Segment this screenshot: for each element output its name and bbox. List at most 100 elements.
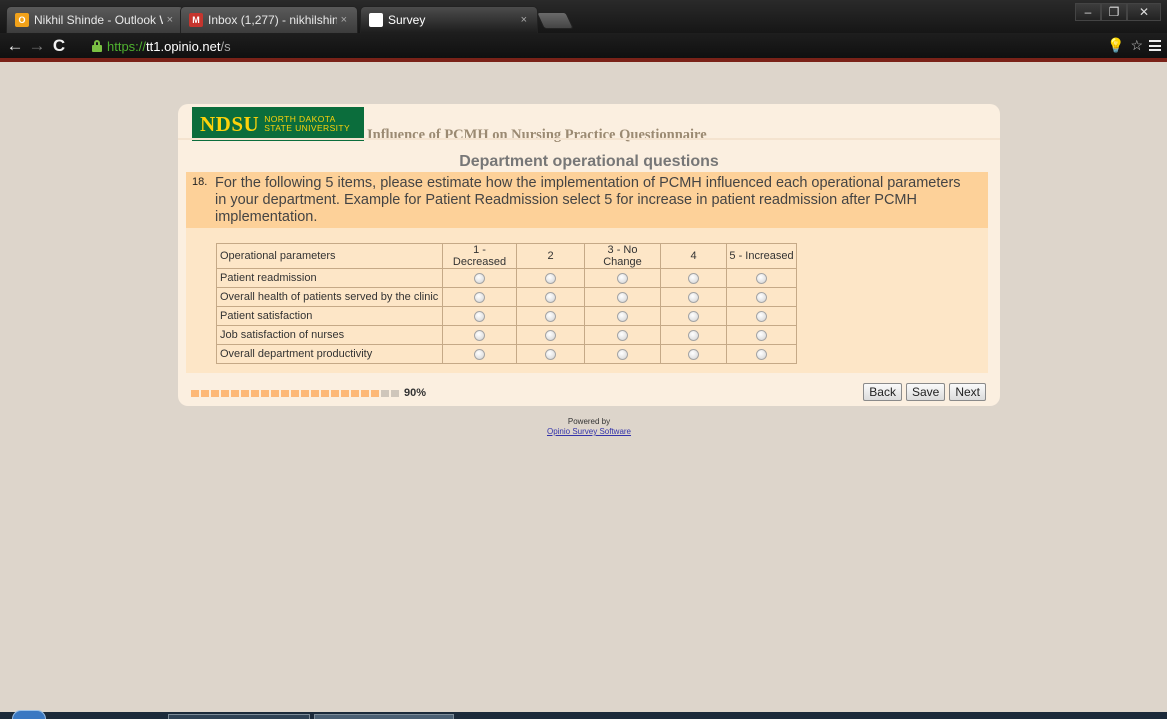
grid-cell xyxy=(516,287,585,307)
progress-segment xyxy=(281,389,289,397)
new-tab-button[interactable] xyxy=(536,12,574,29)
opinio-link[interactable]: Opinio Survey Software xyxy=(547,427,631,436)
forward-arrow-icon[interactable]: → xyxy=(26,35,48,57)
rating-grid: Operational parameters 1 - Decreased 2 3… xyxy=(216,243,797,364)
progress-segment xyxy=(351,389,359,397)
progress-segment xyxy=(371,389,379,397)
grid-cell xyxy=(584,344,661,364)
tab-label: Inbox (1,277) - nikhilshinde xyxy=(208,13,337,27)
grid-cell xyxy=(516,344,585,364)
rating-radio[interactable] xyxy=(545,329,556,341)
rating-radio[interactable] xyxy=(474,291,485,303)
card-divider xyxy=(178,138,1000,140)
grid-col-3: 3 - No Change xyxy=(584,243,661,269)
grid-cell xyxy=(584,268,661,288)
grid-header-row: Operational parameters 1 - Decreased 2 3… xyxy=(216,243,797,269)
tab-close-icon[interactable]: × xyxy=(341,14,347,26)
rating-radio[interactable] xyxy=(688,348,699,360)
start-orb-icon[interactable] xyxy=(12,710,46,719)
rating-radio[interactable] xyxy=(688,272,699,284)
grid-cell xyxy=(442,287,517,307)
tab-close-icon[interactable]: × xyxy=(167,14,173,26)
grid-cell xyxy=(516,306,585,326)
address-bar[interactable]: https://tt1.opinio.net/s xyxy=(92,37,1082,55)
save-button[interactable]: Save xyxy=(905,383,946,401)
toolbar-divider xyxy=(0,58,1167,62)
grid-cell xyxy=(584,287,661,307)
section-title: Department operational questions xyxy=(459,153,719,170)
grid-row: Patient satisfaction xyxy=(216,306,797,326)
grid-row: Patient readmission xyxy=(216,268,797,288)
back-button[interactable]: Back xyxy=(863,383,902,401)
close-window-button[interactable]: ✕ xyxy=(1127,3,1161,21)
progress-bar: 90% xyxy=(191,387,426,399)
rating-radio[interactable] xyxy=(617,348,628,360)
tab-favicon-icon xyxy=(369,13,383,27)
grid-row: Overall department productivity xyxy=(216,344,797,364)
rating-radio[interactable] xyxy=(688,291,699,303)
bookmark-star-icon[interactable]: ☆ xyxy=(1130,37,1143,54)
tab-favicon-icon: O xyxy=(15,13,29,27)
tab-close-icon[interactable]: × xyxy=(521,14,527,26)
menu-icon[interactable] xyxy=(1149,40,1161,51)
rating-radio[interactable] xyxy=(545,348,556,360)
rating-radio[interactable] xyxy=(474,329,485,341)
powered-by-text: Powered by xyxy=(567,417,611,426)
browser-tab[interactable]: Survey × xyxy=(360,6,538,33)
minimize-button[interactable]: – xyxy=(1075,3,1101,21)
rating-radio[interactable] xyxy=(756,329,767,341)
grid-cell xyxy=(584,325,661,345)
grid-cell xyxy=(660,268,727,288)
maximize-button[interactable]: ❐ xyxy=(1101,3,1127,21)
taskbar-item[interactable] xyxy=(314,714,454,719)
rating-radio[interactable] xyxy=(545,291,556,303)
question-number: 18. xyxy=(192,176,208,188)
rating-radio[interactable] xyxy=(617,272,628,284)
grid-cell xyxy=(726,306,797,326)
tab-favicon-icon: M xyxy=(189,13,203,27)
grid-row-label: Job satisfaction of nurses xyxy=(216,325,443,345)
rating-radio[interactable] xyxy=(617,310,628,322)
reload-icon[interactable]: C xyxy=(48,35,70,57)
grid-row-label: Patient satisfaction xyxy=(216,306,443,326)
next-button[interactable]: Next xyxy=(949,383,986,401)
lightbulb-icon[interactable]: 💡 xyxy=(1107,37,1124,54)
logo-name: NORTH DAKOTA STATE UNIVERSITY xyxy=(264,115,350,133)
grid-cell xyxy=(442,344,517,364)
browser-tab[interactable]: O Nikhil Shinde - Outlook W × xyxy=(6,6,184,33)
rating-radio[interactable] xyxy=(617,291,628,303)
progress-segment xyxy=(301,389,309,397)
progress-segment xyxy=(361,389,369,397)
rating-radio[interactable] xyxy=(756,310,767,322)
progress-segment xyxy=(291,389,299,397)
progress-segment xyxy=(321,389,329,397)
grid-col-1: 1 - Decreased xyxy=(442,243,517,269)
grid-cell xyxy=(660,287,727,307)
rating-radio[interactable] xyxy=(756,272,767,284)
taskbar-item[interactable] xyxy=(168,714,310,719)
rating-radio[interactable] xyxy=(545,272,556,284)
grid-col-2: 2 xyxy=(516,243,585,269)
grid-cell xyxy=(584,306,661,326)
rating-radio[interactable] xyxy=(474,348,485,360)
rating-radio[interactable] xyxy=(756,348,767,360)
lock-icon xyxy=(92,40,102,52)
grid-row-label: Patient readmission xyxy=(216,268,443,288)
rating-radio[interactable] xyxy=(688,310,699,322)
browser-tab[interactable]: M Inbox (1,277) - nikhilshinde × xyxy=(180,6,358,33)
rating-radio[interactable] xyxy=(756,291,767,303)
progress-label: 90% xyxy=(404,387,427,399)
rating-radio[interactable] xyxy=(688,329,699,341)
rating-radio[interactable] xyxy=(545,310,556,322)
grid-cell xyxy=(442,306,517,326)
tab-label: Nikhil Shinde - Outlook W xyxy=(34,13,163,27)
window-controls: – ❐ ✕ xyxy=(1075,3,1161,21)
grid-col-4: 4 xyxy=(660,243,727,269)
rating-radio[interactable] xyxy=(474,272,485,284)
grid-row: Job satisfaction of nurses xyxy=(216,325,797,345)
back-arrow-icon[interactable]: ← xyxy=(4,35,26,57)
progress-segment xyxy=(231,389,239,397)
grid-cell xyxy=(442,325,517,345)
rating-radio[interactable] xyxy=(474,310,485,322)
rating-radio[interactable] xyxy=(617,329,628,341)
